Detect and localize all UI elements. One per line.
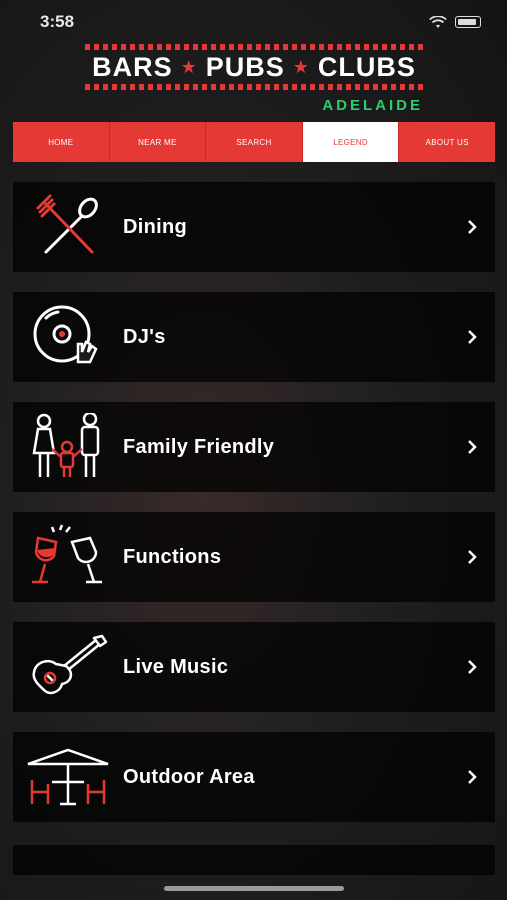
tab-legend[interactable]: LEGEND bbox=[302, 122, 400, 162]
status-bar: 3:58 bbox=[0, 0, 507, 44]
top-nav: HOME NEAR ME SEARCH LEGEND ABOUT US bbox=[13, 122, 495, 162]
logo-word-bars: BARS bbox=[92, 51, 173, 82]
fork-spoon-icon bbox=[13, 182, 123, 272]
tab-home[interactable]: HOME bbox=[13, 122, 110, 162]
category-row-dining[interactable]: Dining bbox=[13, 182, 495, 272]
umbrella-table-icon bbox=[13, 732, 123, 822]
category-label: Family Friendly bbox=[123, 435, 275, 458]
star-icon: ★ bbox=[180, 56, 198, 77]
category-row-partial[interactable] bbox=[13, 845, 495, 875]
logo-pattern-bottom bbox=[85, 84, 423, 90]
tab-search[interactable]: SEARCH bbox=[206, 122, 303, 162]
category-label: Outdoor Area bbox=[123, 765, 255, 788]
star-icon: ★ bbox=[292, 56, 310, 77]
chevron-right-icon bbox=[468, 550, 477, 564]
category-row-outdoor-area[interactable]: Outdoor Area bbox=[13, 732, 495, 822]
logo-wordmark: BARS ★ PUBS ★ CLUBS bbox=[85, 50, 423, 84]
guitar-icon bbox=[13, 622, 123, 712]
family-icon bbox=[13, 402, 123, 492]
chevron-right-icon bbox=[468, 770, 477, 784]
category-row-family-friendly[interactable]: Family Friendly bbox=[13, 402, 495, 492]
wine-glasses-cheers-icon bbox=[13, 512, 123, 602]
logo-word-pubs: PUBS bbox=[205, 51, 285, 82]
tab-near-me[interactable]: NEAR ME bbox=[109, 122, 207, 162]
chevron-right-icon bbox=[468, 440, 477, 454]
battery-icon bbox=[455, 16, 481, 28]
chevron-right-icon bbox=[468, 330, 477, 344]
status-time: 3:58 bbox=[40, 12, 75, 31]
tab-about-us[interactable]: ABOUT US bbox=[399, 122, 495, 162]
category-row-live-music[interactable]: Live Music bbox=[13, 622, 495, 712]
category-list: Dining DJ's Family Friendly Functions Li… bbox=[13, 182, 495, 842]
category-row-djs[interactable]: DJ's bbox=[13, 292, 495, 382]
app-logo: BARS ★ PUBS ★ CLUBS ADELAIDE bbox=[85, 44, 423, 116]
home-indicator[interactable] bbox=[164, 886, 344, 891]
chevron-right-icon bbox=[468, 220, 477, 234]
category-label: Dining bbox=[123, 215, 188, 238]
category-label: Live Music bbox=[123, 655, 229, 678]
status-icons bbox=[429, 15, 481, 29]
vinyl-record-icon bbox=[13, 292, 123, 382]
logo-city: ADELAIDE bbox=[322, 97, 423, 114]
category-label: Functions bbox=[123, 545, 222, 568]
category-label: DJ's bbox=[123, 325, 166, 348]
category-row-functions[interactable]: Functions bbox=[13, 512, 495, 602]
logo-word-clubs: CLUBS bbox=[317, 51, 416, 82]
wifi-icon bbox=[429, 15, 447, 28]
chevron-right-icon bbox=[468, 660, 477, 674]
